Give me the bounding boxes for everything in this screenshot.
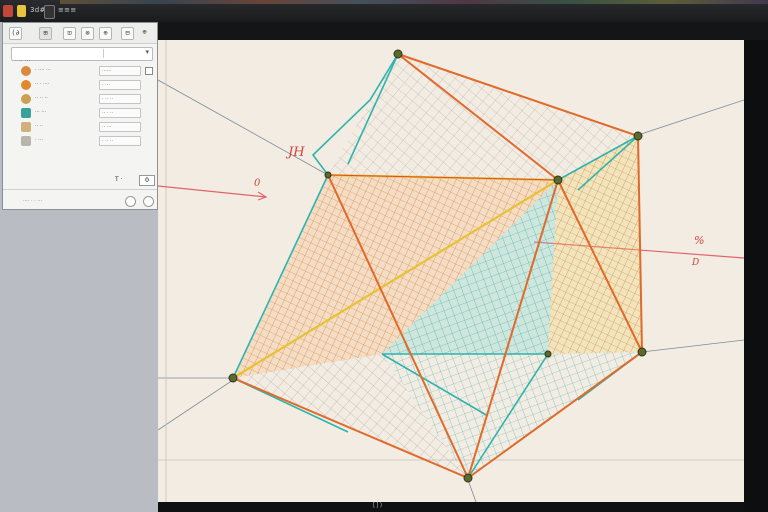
layer-name: ·· ··	[35, 123, 43, 129]
layer-value[interactable]: · ···	[99, 80, 141, 90]
red-square-button[interactable]	[3, 5, 13, 17]
layer-color-icon	[21, 108, 31, 118]
layer-name: ·· · ····	[35, 81, 50, 87]
status-bar: [])	[158, 502, 744, 512]
view-toggle-button[interactable]	[44, 5, 55, 19]
canvas-header	[158, 22, 768, 40]
layer-row[interactable]: · ···· ··· ······	[15, 64, 157, 78]
layer-color-icon	[21, 122, 31, 132]
status-text: [])	[372, 502, 383, 509]
layer-value[interactable]: ·· · ··	[99, 108, 141, 118]
add-icon[interactable]	[143, 196, 154, 207]
annotation-label: %	[694, 234, 705, 247]
yellow-square-button[interactable]	[17, 5, 26, 17]
layer-value[interactable]: ······	[99, 66, 141, 76]
layer-name: · ···	[35, 137, 43, 143]
taskbar-strip	[60, 0, 768, 4]
layer-value[interactable]: · ·· ··	[99, 94, 141, 104]
layer-name: ··· ···	[35, 109, 47, 115]
layer-name: ·· ·· ··	[35, 95, 48, 101]
layers-panel: (∂ ⊞ ⊡ ⊗ ⊕ ⊟ ⊕ ▾ · ···· ··· ······ ·· · …	[2, 22, 158, 210]
tool-button-1[interactable]: (∂	[9, 27, 22, 40]
layer-color-icon	[21, 94, 31, 104]
coordinate-label: T ·	[115, 176, 123, 183]
tool-button-3[interactable]: ⊡	[63, 27, 76, 40]
search-field[interactable]: ▾	[11, 47, 153, 67]
layer-value[interactable]: · ·· ··	[99, 136, 141, 146]
right-border	[744, 40, 768, 512]
menu-icon[interactable]: ⊕	[139, 27, 150, 38]
annotation-label: 0	[254, 178, 261, 189]
layer-row[interactable]: ·· ·· ·· ···	[15, 120, 157, 134]
layer-value[interactable]: ·· ···	[99, 122, 141, 132]
layer-row[interactable]: ··· ··· ·· · ··	[15, 106, 157, 120]
top-toolbar: 3d# ≡≡≡	[0, 0, 768, 23]
annotation-label: JH	[288, 145, 305, 160]
mode-label: ≡≡≡	[58, 6, 77, 14]
layer-color-icon	[21, 80, 31, 90]
tool-button-5[interactable]: ⊕	[99, 27, 112, 40]
layer-name: · ···· ···	[35, 67, 51, 73]
geometry-figure	[158, 40, 744, 502]
chevron-down-icon[interactable]: ▾	[145, 48, 149, 56]
settings-icon[interactable]	[125, 196, 136, 207]
layer-row[interactable]: · ··· · ·· ··	[15, 134, 157, 148]
layer-visibility-checkbox[interactable]	[145, 67, 153, 75]
tool-button-4[interactable]: ⊗	[81, 27, 94, 40]
sidebar: (∂ ⊞ ⊡ ⊗ ⊕ ⊟ ⊕ ▾ · ···· ··· ······ ·· · …	[0, 22, 158, 512]
coordinate-input[interactable]: 0	[139, 175, 155, 186]
layer-color-icon	[21, 136, 31, 146]
layer-color-icon	[21, 66, 31, 76]
annotation-label: D	[692, 258, 700, 268]
panel-footer: ···· · · ···	[3, 189, 157, 210]
grid-icon[interactable]: ⊞	[39, 27, 52, 40]
layer-row[interactable]: ·· ·· ·· · ·· ··	[15, 92, 157, 106]
tool-button-6[interactable]: ⊟	[121, 27, 134, 40]
filter-field[interactable]	[103, 49, 134, 58]
coordinate-control: T · 0	[115, 175, 155, 186]
panel-toolbar: (∂ ⊞ ⊡ ⊗ ⊕ ⊟ ⊕	[3, 23, 157, 44]
footer-text: ···· · · ···	[23, 198, 43, 204]
drawing-canvas[interactable]: JH 0 % D	[158, 40, 744, 502]
layer-row[interactable]: ·· · ···· · ···	[15, 78, 157, 92]
